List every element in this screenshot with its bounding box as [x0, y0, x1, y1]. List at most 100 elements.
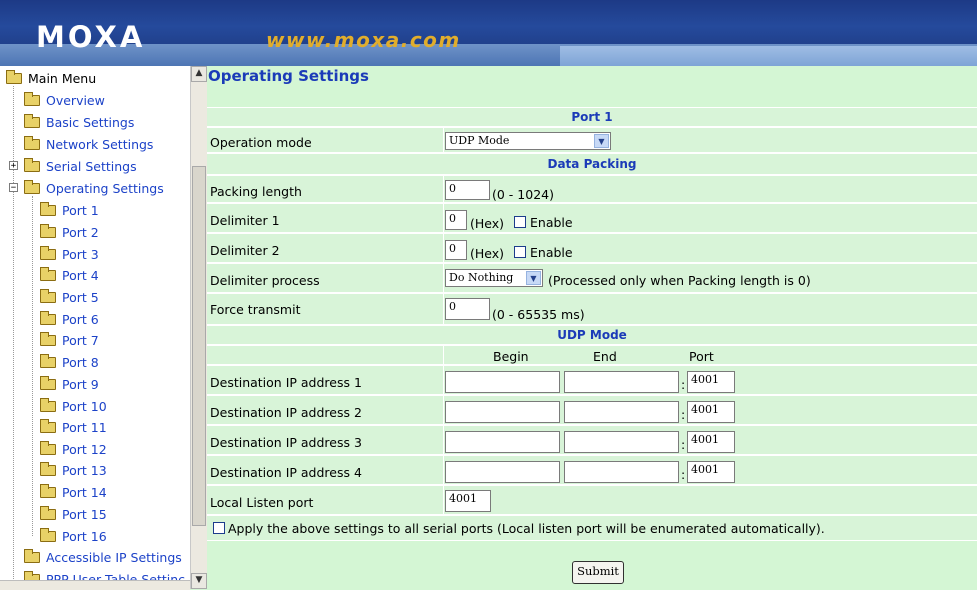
destination-2-port-input[interactable]: 4001: [687, 401, 735, 423]
column-divider: [443, 486, 444, 514]
destination-4-label: Destination IP address 4: [210, 465, 362, 480]
menu-item-accessible-ip[interactable]: Accessible IP Settings: [24, 547, 182, 567]
delimiter-2-enable-label: Enable: [530, 245, 573, 260]
expand-plus-icon[interactable]: +: [9, 161, 18, 171]
delimiter-2-enable-checkbox[interactable]: [514, 246, 526, 258]
row-local-listen-port: Local Listen port 4001: [207, 485, 977, 515]
row-delimiter-1: Delimiter 1 0 (Hex) Enable: [207, 203, 977, 233]
packing-length-range: (0 - 1024): [492, 187, 554, 202]
menu-item-port-15[interactable]: Port 15: [40, 504, 107, 524]
destination-2-colon: :: [681, 407, 686, 422]
destination-3-end-input[interactable]: [564, 431, 679, 453]
delimiter-1-input[interactable]: 0: [445, 210, 467, 230]
folder-icon: [24, 113, 40, 128]
header-banner: MOXA www.moxa.com: [0, 0, 977, 66]
column-divider: [443, 396, 444, 424]
delimiter-2-label: Delimiter 2: [210, 243, 280, 258]
menu-item-port-7[interactable]: Port 7: [40, 330, 99, 350]
menu-root[interactable]: Main Menu: [6, 68, 96, 88]
scroll-thumb[interactable]: [192, 166, 206, 526]
destination-3-port-input[interactable]: 4001: [687, 431, 735, 453]
menu-item-basic-settings[interactable]: Basic Settings: [24, 112, 134, 132]
apply-all-checkbox[interactable]: [213, 522, 225, 534]
folder-icon: [40, 418, 56, 433]
scroll-up-icon[interactable]: ▲: [191, 66, 207, 82]
column-port: Port: [689, 349, 714, 364]
submit-button[interactable]: Submit: [572, 561, 624, 584]
column-divider: [443, 366, 444, 394]
delimiter-1-enable-checkbox[interactable]: [514, 216, 526, 228]
menu-item-port-10[interactable]: Port 10: [40, 396, 107, 416]
row-force-transmit: Force transmit 0 (0 - 65535 ms): [207, 293, 977, 325]
column-divider: [443, 204, 444, 232]
destination-4-end-input[interactable]: [564, 461, 679, 483]
destination-4-port-input[interactable]: 4001: [687, 461, 735, 483]
row-packing-length: Packing length 0 (0 - 1024): [207, 175, 977, 203]
menu-item-port-4[interactable]: Port 4: [40, 265, 99, 285]
delimiter-2-input[interactable]: 0: [445, 240, 467, 260]
folder-icon: [40, 331, 56, 346]
menu-item-port-8[interactable]: Port 8: [40, 352, 99, 372]
folder-icon: [40, 397, 56, 412]
folder-icon: [40, 266, 56, 281]
menu-item-port-6[interactable]: Port 6: [40, 309, 99, 329]
collapse-minus-icon[interactable]: −: [9, 183, 18, 193]
menu-item-port-13[interactable]: Port 13: [40, 460, 107, 480]
folder-icon: [40, 483, 56, 498]
column-divider: [443, 294, 444, 324]
menu-item-network-settings[interactable]: Network Settings: [24, 134, 153, 154]
menu-item-port-16[interactable]: Port 16: [40, 526, 107, 546]
menu-item-port-14[interactable]: Port 14: [40, 482, 107, 502]
menu-item-port-9[interactable]: Port 9: [40, 374, 99, 394]
destination-1-port-input[interactable]: 4001: [687, 371, 735, 393]
delimiter-process-select[interactable]: Do Nothing ▼: [445, 269, 543, 287]
folder-icon: [40, 375, 56, 390]
force-transmit-input[interactable]: 0: [445, 298, 490, 320]
column-divider: [443, 128, 444, 152]
tree-vertical-scrollbar[interactable]: ▲ ▼: [190, 66, 207, 589]
local-listen-port-input[interactable]: 4001: [445, 490, 491, 512]
row-destination-2: Destination IP address 2 : 4001: [207, 395, 977, 425]
column-end: End: [593, 349, 617, 364]
delimiter-1-enable-label: Enable: [530, 215, 573, 230]
delimiter-1-label: Delimiter 1: [210, 213, 280, 228]
menu-item-serial-settings[interactable]: Serial Settings: [24, 156, 137, 176]
delimiter-1-hex: (Hex): [470, 216, 505, 231]
destination-2-label: Destination IP address 2: [210, 405, 362, 420]
destination-2-begin-input[interactable]: [445, 401, 560, 423]
menu-item-port-2[interactable]: Port 2: [40, 222, 99, 242]
destination-1-begin-input[interactable]: [445, 371, 560, 393]
folder-icon: [24, 135, 40, 150]
destination-3-begin-input[interactable]: [445, 431, 560, 453]
column-divider: [443, 456, 444, 484]
menu-item-overview[interactable]: Overview: [24, 90, 105, 110]
menu-item-port-11[interactable]: Port 11: [40, 417, 107, 437]
column-divider: [443, 346, 444, 364]
menu-item-port-5[interactable]: Port 5: [40, 287, 99, 307]
operation-mode-select[interactable]: UDP Mode ▼: [445, 132, 611, 150]
menu-item-port-12[interactable]: Port 12: [40, 439, 107, 459]
folder-icon: [40, 527, 56, 542]
destination-4-colon: :: [681, 467, 686, 482]
row-delimiter-process: Delimiter process Do Nothing ▼ (Processe…: [207, 263, 977, 293]
destination-1-end-input[interactable]: [564, 371, 679, 393]
folder-icon: [40, 461, 56, 476]
destination-2-end-input[interactable]: [564, 401, 679, 423]
row-delimiter-2: Delimiter 2 0 (Hex) Enable: [207, 233, 977, 263]
packing-length-label: Packing length: [210, 184, 302, 199]
packing-length-input[interactable]: 0: [445, 180, 490, 200]
folder-icon: [40, 223, 56, 238]
scroll-down-icon[interactable]: ▼: [191, 573, 207, 589]
column-begin: Begin: [493, 349, 529, 364]
destination-4-begin-input[interactable]: [445, 461, 560, 483]
folder-icon: [40, 310, 56, 325]
header-band-light: [560, 46, 977, 66]
menu-item-port-1[interactable]: Port 1: [40, 200, 99, 220]
row-apply-all: Apply the above settings to all serial p…: [207, 515, 977, 541]
row-operation-mode: Operation mode UDP Mode ▼: [207, 127, 977, 153]
menu-item-operating-settings[interactable]: Operating Settings: [24, 178, 164, 198]
menu-item-port-3[interactable]: Port 3: [40, 244, 99, 264]
section-udp-mode: UDP Mode: [207, 325, 977, 345]
column-divider: [443, 234, 444, 262]
main-menu-tree: Main Menu Overview Basic Settings Networ…: [0, 66, 191, 589]
